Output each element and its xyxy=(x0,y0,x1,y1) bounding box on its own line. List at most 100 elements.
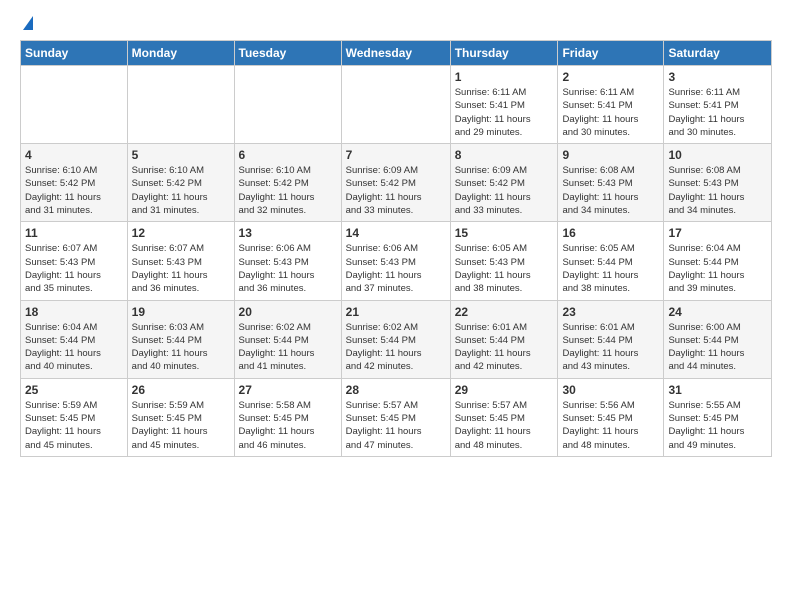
calendar-body: 1 Sunrise: 6:11 AMSunset: 5:41 PMDaylight… xyxy=(21,66,772,457)
calendar-header-row: SundayMondayTuesdayWednesdayThursdayFrid… xyxy=(21,41,772,66)
calendar-cell: 16 Sunrise: 6:05 AMSunset: 5:44 PMDayligh… xyxy=(558,222,664,300)
calendar-week-2: 4 Sunrise: 6:10 AMSunset: 5:42 PMDaylight… xyxy=(21,144,772,222)
calendar-cell: 20Sunrise: 6:02 AMSunset: 5:44 PMDayligh… xyxy=(234,300,341,378)
calendar-cell: 21 Sunrise: 6:02 AMSunset: 5:44 PMDayligh… xyxy=(341,300,450,378)
calendar-header-sunday: Sunday xyxy=(21,41,128,66)
calendar-cell: 17Sunrise: 6:04 AMSunset: 5:44 PMDayligh… xyxy=(664,222,772,300)
calendar-cell: 11 Sunrise: 6:07 AMSunset: 5:43 PMDayligh… xyxy=(21,222,128,300)
day-number: 17 xyxy=(668,226,767,240)
day-info: Sunrise: 5:59 AMSunset: 5:45 PMDaylight:… xyxy=(25,399,123,452)
calendar-cell: 13 Sunrise: 6:06 AMSunset: 5:43 PMDayligh… xyxy=(234,222,341,300)
day-info: Sunrise: 6:04 AMSunset: 5:44 PMDaylight:… xyxy=(25,321,123,374)
day-info: Sunrise: 6:00 AMSunset: 5:44 PMDaylight:… xyxy=(668,321,767,374)
calendar-week-3: 11 Sunrise: 6:07 AMSunset: 5:43 PMDayligh… xyxy=(21,222,772,300)
day-info: Sunrise: 6:05 AMSunset: 5:44 PMDaylight:… xyxy=(562,242,659,295)
day-number: 8 xyxy=(455,148,554,162)
calendar-cell: 24 Sunrise: 6:00 AMSunset: 5:44 PMDayligh… xyxy=(664,300,772,378)
day-info: Sunrise: 6:08 AMSunset: 5:43 PMDaylight:… xyxy=(668,164,767,217)
calendar-cell: 28 Sunrise: 5:57 AMSunset: 5:45 PMDayligh… xyxy=(341,378,450,456)
day-info: Sunrise: 6:09 AMSunset: 5:42 PMDaylight:… xyxy=(346,164,446,217)
day-info: Sunrise: 6:10 AMSunset: 5:42 PMDaylight:… xyxy=(239,164,337,217)
day-info: Sunrise: 6:07 AMSunset: 5:43 PMDaylight:… xyxy=(132,242,230,295)
calendar-cell: 2Sunrise: 6:11 AMSunset: 5:41 PMDaylight… xyxy=(558,66,664,144)
day-number: 18 xyxy=(25,305,123,319)
day-number: 4 xyxy=(25,148,123,162)
calendar-header-saturday: Saturday xyxy=(664,41,772,66)
day-number: 22 xyxy=(455,305,554,319)
day-number: 23 xyxy=(562,305,659,319)
day-info: Sunrise: 6:10 AMSunset: 5:42 PMDaylight:… xyxy=(25,164,123,217)
day-info: Sunrise: 6:06 AMSunset: 5:43 PMDaylight:… xyxy=(346,242,446,295)
calendar-cell: 31 Sunrise: 5:55 AMSunset: 5:45 PMDayligh… xyxy=(664,378,772,456)
calendar-cell xyxy=(127,66,234,144)
day-number: 12 xyxy=(132,226,230,240)
day-number: 13 xyxy=(239,226,337,240)
calendar-cell: 14 Sunrise: 6:06 AMSunset: 5:43 PMDayligh… xyxy=(341,222,450,300)
calendar-cell: 10 Sunrise: 6:08 AMSunset: 5:43 PMDayligh… xyxy=(664,144,772,222)
calendar-cell: 6 Sunrise: 6:10 AMSunset: 5:42 PMDaylight… xyxy=(234,144,341,222)
day-number: 15 xyxy=(455,226,554,240)
day-info: Sunrise: 6:10 AMSunset: 5:42 PMDaylight:… xyxy=(132,164,230,217)
calendar-header-friday: Friday xyxy=(558,41,664,66)
calendar-header-wednesday: Wednesday xyxy=(341,41,450,66)
day-info: Sunrise: 5:57 AMSunset: 5:45 PMDaylight:… xyxy=(455,399,554,452)
day-number: 27 xyxy=(239,383,337,397)
calendar-week-1: 1 Sunrise: 6:11 AMSunset: 5:41 PMDaylight… xyxy=(21,66,772,144)
calendar-cell xyxy=(21,66,128,144)
day-info: Sunrise: 6:03 AMSunset: 5:44 PMDaylight:… xyxy=(132,321,230,374)
day-number: 11 xyxy=(25,226,123,240)
day-number: 26 xyxy=(132,383,230,397)
calendar-cell: 25Sunrise: 5:59 AMSunset: 5:45 PMDayligh… xyxy=(21,378,128,456)
day-info: Sunrise: 6:11 AMSunset: 5:41 PMDaylight:… xyxy=(668,86,767,139)
calendar-header-thursday: Thursday xyxy=(450,41,558,66)
calendar-cell: 30 Sunrise: 5:56 AMSunset: 5:45 PMDayligh… xyxy=(558,378,664,456)
calendar-week-4: 18 Sunrise: 6:04 AMSunset: 5:44 PMDayligh… xyxy=(21,300,772,378)
calendar-cell: 29 Sunrise: 5:57 AMSunset: 5:45 PMDayligh… xyxy=(450,378,558,456)
calendar-cell: 3 Sunrise: 6:11 AMSunset: 5:41 PMDaylight… xyxy=(664,66,772,144)
day-info: Sunrise: 5:55 AMSunset: 5:45 PMDaylight:… xyxy=(668,399,767,452)
day-info: Sunrise: 6:02 AMSunset: 5:44 PMDaylight:… xyxy=(239,321,337,374)
calendar-week-5: 25Sunrise: 5:59 AMSunset: 5:45 PMDayligh… xyxy=(21,378,772,456)
day-info: Sunrise: 5:56 AMSunset: 5:45 PMDaylight:… xyxy=(562,399,659,452)
day-info: Sunrise: 6:02 AMSunset: 5:44 PMDaylight:… xyxy=(346,321,446,374)
logo xyxy=(20,16,33,30)
calendar-cell: 5Sunrise: 6:10 AMSunset: 5:42 PMDaylight… xyxy=(127,144,234,222)
day-number: 9 xyxy=(562,148,659,162)
day-info: Sunrise: 6:05 AMSunset: 5:43 PMDaylight:… xyxy=(455,242,554,295)
day-number: 6 xyxy=(239,148,337,162)
calendar-cell: 26 Sunrise: 5:59 AMSunset: 5:45 PMDayligh… xyxy=(127,378,234,456)
calendar-cell: 23 Sunrise: 6:01 AMSunset: 5:44 PMDayligh… xyxy=(558,300,664,378)
day-number: 10 xyxy=(668,148,767,162)
day-number: 30 xyxy=(562,383,659,397)
calendar-cell: 1 Sunrise: 6:11 AMSunset: 5:41 PMDaylight… xyxy=(450,66,558,144)
logo-triangle-icon xyxy=(23,16,33,30)
calendar-cell xyxy=(234,66,341,144)
calendar-cell: 8Sunrise: 6:09 AMSunset: 5:42 PMDaylight… xyxy=(450,144,558,222)
day-number: 28 xyxy=(346,383,446,397)
calendar-header-tuesday: Tuesday xyxy=(234,41,341,66)
day-number: 14 xyxy=(346,226,446,240)
day-number: 16 xyxy=(562,226,659,240)
day-info: Sunrise: 6:08 AMSunset: 5:43 PMDaylight:… xyxy=(562,164,659,217)
day-number: 24 xyxy=(668,305,767,319)
day-number: 3 xyxy=(668,70,767,84)
day-number: 21 xyxy=(346,305,446,319)
day-number: 1 xyxy=(455,70,554,84)
calendar-cell xyxy=(341,66,450,144)
calendar-table: SundayMondayTuesdayWednesdayThursdayFrid… xyxy=(20,40,772,457)
day-number: 31 xyxy=(668,383,767,397)
calendar-cell: 9 Sunrise: 6:08 AMSunset: 5:43 PMDaylight… xyxy=(558,144,664,222)
day-number: 2 xyxy=(562,70,659,84)
day-info: Sunrise: 5:57 AMSunset: 5:45 PMDaylight:… xyxy=(346,399,446,452)
day-info: Sunrise: 6:01 AMSunset: 5:44 PMDaylight:… xyxy=(562,321,659,374)
calendar-cell: 15 Sunrise: 6:05 AMSunset: 5:43 PMDayligh… xyxy=(450,222,558,300)
day-number: 19 xyxy=(132,305,230,319)
calendar-cell: 7 Sunrise: 6:09 AMSunset: 5:42 PMDaylight… xyxy=(341,144,450,222)
day-number: 29 xyxy=(455,383,554,397)
day-number: 7 xyxy=(346,148,446,162)
calendar-cell: 12 Sunrise: 6:07 AMSunset: 5:43 PMDayligh… xyxy=(127,222,234,300)
day-info: Sunrise: 6:06 AMSunset: 5:43 PMDaylight:… xyxy=(239,242,337,295)
day-info: Sunrise: 5:59 AMSunset: 5:45 PMDaylight:… xyxy=(132,399,230,452)
day-info: Sunrise: 6:07 AMSunset: 5:43 PMDaylight:… xyxy=(25,242,123,295)
day-info: Sunrise: 6:11 AMSunset: 5:41 PMDaylight:… xyxy=(455,86,554,139)
